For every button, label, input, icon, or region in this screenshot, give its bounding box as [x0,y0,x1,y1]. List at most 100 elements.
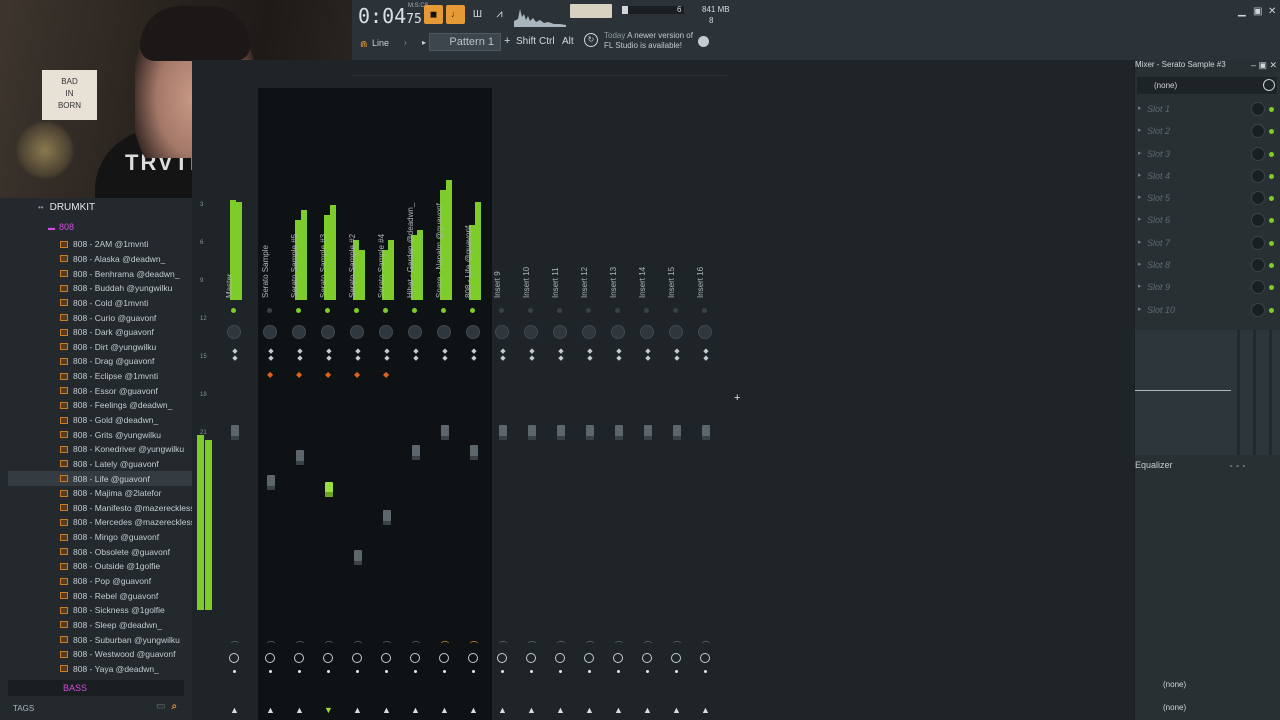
volume-fader[interactable] [354,550,362,565]
send-arrow-icon[interactable]: ▲ [585,705,594,715]
link-icon[interactable]: ⌒ [615,640,623,651]
effect-slot[interactable]: Slot 6 [1135,209,1280,232]
volume-fader[interactable] [267,475,275,490]
slot-mix-knob[interactable] [1251,302,1265,317]
track-enable-led[interactable] [644,308,649,313]
track-enable-led[interactable] [325,308,330,313]
track-enable-led[interactable] [231,308,236,313]
output-selector-2[interactable]: (none) [1135,703,1280,712]
file-item[interactable]: 808 - Lately @guavonf [60,457,190,472]
record-arm-icon[interactable] [671,653,681,663]
record-arm-icon[interactable] [352,653,362,663]
send-arrow-icon[interactable]: ▲ [353,705,362,715]
news-panel[interactable]: Today A newer version of FL Studio is av… [604,31,699,51]
track-enable-led[interactable] [267,308,272,313]
file-item[interactable]: 808 - Eclipse @1mvnti [60,369,190,384]
mixer-track[interactable]: Insert 10 ◆ ◆ ⌒ ▲ [519,80,545,720]
send-arrow-icon[interactable]: ▲ [295,705,304,715]
mixer-track[interactable]: Snare - Napalm @guavonf ◆ ◆ ⌒ ▲ [432,80,458,720]
tempo-icon[interactable]: ♩ [446,5,465,24]
file-item[interactable]: 808 - Feelings @deadwn_ [60,398,190,413]
latency-clock-icon[interactable] [1263,79,1275,91]
route-arrow-icon[interactable]: ◆ [383,370,389,379]
mixer-track[interactable]: Serato Sample ◆ ◆ ◆ ⌒ ▲ [258,80,284,720]
volume-fader[interactable] [412,445,420,460]
file-item[interactable]: 808 - Konedriver @yungwilku [60,442,190,457]
mixer-track[interactable]: Insert 14 ◆ ◆ ⌒ ▲ [635,80,661,720]
stereo-separation-icon[interactable]: ◆ ◆ [354,348,362,370]
slot-enable-led[interactable] [1269,129,1274,135]
mixer-track[interactable]: Insert 11 ◆ ◆ ⌒ ▲ [548,80,574,720]
pan-knob[interactable] [495,325,509,339]
snap-dropdown-icon[interactable]: › [404,38,407,47]
record-arm-icon[interactable] [642,653,652,663]
send-arrow-icon[interactable]: ▲ [230,705,239,715]
link-icon[interactable]: ⌒ [412,640,420,651]
slot-mix-knob[interactable] [1251,168,1265,183]
track-enable-led[interactable] [354,308,359,313]
mixer-track[interactable]: Insert 16 ◆ ◆ ⌒ ▲ [693,80,719,720]
input-selector[interactable]: (none) [1137,77,1277,94]
slot-enable-led[interactable] [1269,173,1274,179]
file-item[interactable]: 808 - Manifesto @mazereckless [60,501,195,516]
slot-mix-knob[interactable] [1251,124,1265,139]
magnet-icon[interactable]: ⋒ [360,39,368,50]
link-icon[interactable]: ⌒ [470,640,478,651]
track-enable-led[interactable] [528,308,533,313]
record-arm-icon[interactable] [410,653,420,663]
slot-enable-led[interactable] [1269,196,1274,202]
eq-band-high[interactable] [1269,330,1272,455]
mixer-track[interactable]: 808 - Life @guavonf ◆ ◆ ⌒ ▲ [461,80,487,720]
send-arrow-icon[interactable]: ▲ [411,705,420,715]
pan-knob[interactable] [582,325,596,339]
link-icon[interactable]: ⌒ [586,640,594,651]
pan-knob[interactable] [669,325,683,339]
link-icon[interactable]: ⌒ [499,640,507,651]
link-icon[interactable]: ⌒ [354,640,362,651]
phase-dot-icon[interactable] [617,670,620,673]
volume-fader[interactable] [499,425,507,440]
phase-dot-icon[interactable] [443,670,446,673]
track-enable-led[interactable] [296,308,301,313]
stereo-separation-icon[interactable]: ◆ ◆ [383,348,391,370]
volume-fader[interactable] [586,425,594,440]
stereo-separation-icon[interactable]: ◆ ◆ [673,348,681,370]
metronome-icon[interactable]: ⩘ [490,5,509,24]
volume-fader[interactable] [528,425,536,440]
slot-enable-led[interactable] [1269,263,1274,269]
file-item[interactable]: 808 - Dark @guavonf [60,325,190,340]
panel-window-controls[interactable]: ‒ ▣ ✕ [1251,60,1277,71]
volume-fader[interactable] [383,510,391,525]
phase-dot-icon[interactable] [414,670,417,673]
file-item[interactable]: 808 - Mercedes @mazereckless [60,515,195,530]
slot-enable-led[interactable] [1269,218,1274,224]
record-arm-icon[interactable] [497,653,507,663]
pan-knob[interactable] [698,325,712,339]
stereo-separation-icon[interactable]: ◆ ◆ [644,348,652,370]
shift-key-button[interactable]: Shift [516,36,536,47]
file-item[interactable]: 808 - Cold @1mvnti [60,296,190,311]
stereo-separation-icon[interactable]: ◆ ◆ [528,348,536,370]
phase-dot-icon[interactable] [385,670,388,673]
browser-folder-header[interactable]: •• DRUMKIT [38,202,95,213]
route-arrow-icon[interactable]: ◆ [354,370,360,379]
mixer-track-master[interactable]: Master ◆ ◆ ⌒ ▲ [222,80,248,720]
effect-slot[interactable]: Slot 2 [1135,120,1280,143]
pattern-arrow-icon[interactable]: ▸ [422,38,426,47]
record-arm-icon[interactable] [381,653,391,663]
link-icon[interactable]: ⌒ [702,640,710,651]
file-item[interactable]: 808 - Alaska @deadwn_ [60,252,190,267]
track-enable-led[interactable] [441,308,446,313]
phase-dot-icon[interactable] [327,670,330,673]
step-edit-icon[interactable]: Ш [468,5,487,24]
phase-dot-icon[interactable] [704,670,707,673]
file-item[interactable]: 808 - Mingo @guavonf [60,530,190,545]
pan-knob[interactable] [379,325,393,339]
send-arrow-icon[interactable]: ▲ [440,705,449,715]
pan-knob[interactable] [437,325,451,339]
pan-knob[interactable] [263,325,277,339]
snap-mode[interactable]: Line [372,38,389,48]
stereo-separation-icon[interactable]: ◆ ◆ [470,348,478,370]
online-icon[interactable] [698,36,709,47]
effect-slot[interactable]: Slot 10 [1135,299,1280,321]
